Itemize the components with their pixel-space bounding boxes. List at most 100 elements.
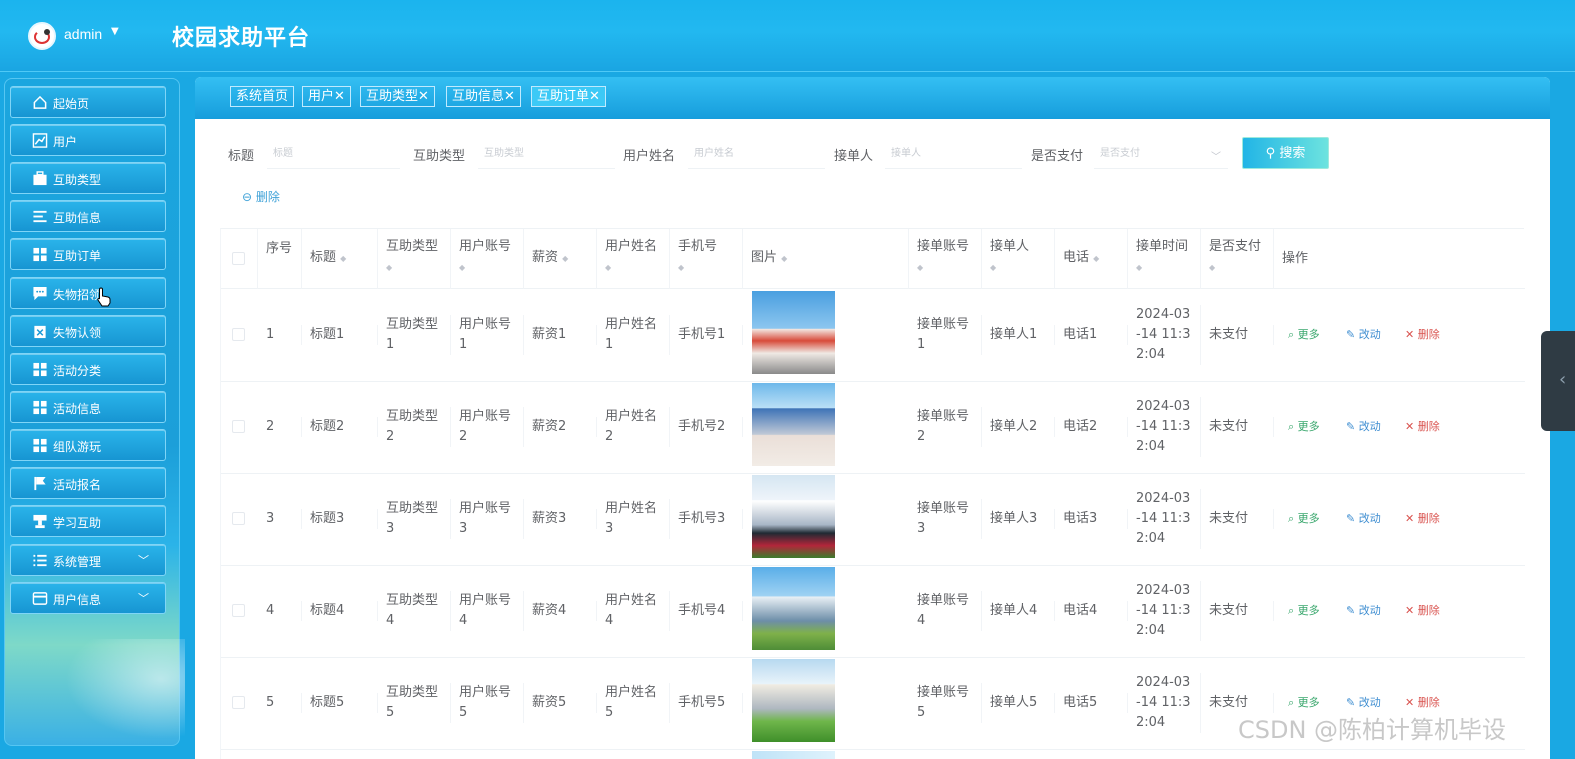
sort-icon[interactable]: ◆ xyxy=(781,254,787,263)
row-checkbox[interactable] xyxy=(232,604,245,617)
column-header[interactable]: 薪资 ◆ xyxy=(524,229,597,289)
column-header[interactable]: 互助类型 ◆ xyxy=(378,229,451,289)
sidebar-decoration xyxy=(65,639,185,739)
sort-icon[interactable]: ◆ xyxy=(1136,263,1142,272)
drawer-handle[interactable]: ‹ xyxy=(1541,331,1575,431)
grid-icon xyxy=(33,247,47,262)
table-cell-tel: 电话2 xyxy=(1055,417,1128,437)
sidebar-item-home[interactable]: 起始页 xyxy=(10,86,166,118)
table-cell-salary: 薪资4 xyxy=(524,601,597,621)
sidebar-item-help-order[interactable]: 互助订单 xyxy=(10,238,166,270)
column-header[interactable]: 是否支付 ◆ xyxy=(1201,229,1274,289)
more-row-button[interactable]: ⌕ 更多 xyxy=(1288,602,1320,618)
tab-help-order[interactable]: 互助订单✕ xyxy=(531,86,606,107)
delete-row-button[interactable]: ✕ 删除 xyxy=(1405,326,1440,342)
action-label: 更多 xyxy=(1297,420,1320,433)
more-row-button[interactable]: ⌕ 更多 xyxy=(1288,694,1320,710)
edit-icon: ✎ xyxy=(1346,328,1359,341)
row-thumbnail[interactable] xyxy=(752,383,835,466)
tab-help-type[interactable]: 互助类型✕ xyxy=(360,86,435,107)
sort-icon[interactable]: ◆ xyxy=(1209,263,1215,272)
table-cell-time: 2024-03-14 11:32:04 xyxy=(1128,673,1201,733)
row-checkbox[interactable] xyxy=(232,696,245,709)
more-row-button[interactable]: ⌕ 更多 xyxy=(1288,510,1320,526)
sort-icon[interactable]: ◆ xyxy=(562,254,568,263)
sidebar-item-lost-claim[interactable]: 失物认领 xyxy=(10,315,166,347)
edit-row-button[interactable]: ✎ 改动 xyxy=(1346,510,1381,526)
sort-icon[interactable]: ◆ xyxy=(678,263,684,272)
sort-icon[interactable]: ◆ xyxy=(1093,254,1099,263)
paid-select[interactable] xyxy=(1094,139,1228,169)
top-bar: admin ▼ 校园求助平台 xyxy=(0,0,1575,72)
sidebar-item-activity-category[interactable]: 活动分类 xyxy=(10,353,166,385)
row-thumbnail[interactable] xyxy=(752,291,835,374)
edit-row-button[interactable]: ✎ 改动 xyxy=(1346,326,1381,342)
sort-icon[interactable]: ◆ xyxy=(340,254,346,263)
sidebar-item-study-help[interactable]: 学习互助 xyxy=(10,505,166,537)
edit-icon: ✎ xyxy=(1346,604,1359,617)
title-input[interactable] xyxy=(267,139,400,169)
sidebar-item-system-manage[interactable]: 系统管理 ﹀ xyxy=(10,544,166,576)
sidebar-item-activity-info[interactable]: 活动信息 xyxy=(10,391,166,423)
tab-help-info[interactable]: 互助信息✕ xyxy=(446,86,521,107)
column-header[interactable]: 图片 ◆ xyxy=(743,229,909,289)
table-cell-type: 互助类型4 xyxy=(378,591,451,631)
username-input[interactable] xyxy=(688,139,825,169)
sort-icon[interactable]: ◆ xyxy=(459,263,465,272)
column-header[interactable]: 接单账号 ◆ xyxy=(909,229,982,289)
delete-row-button[interactable]: ✕ 删除 xyxy=(1405,602,1440,618)
column-header[interactable]: 标题 ◆ xyxy=(302,229,378,289)
search-button[interactable]: ⚲ 搜索 xyxy=(1242,137,1329,169)
row-checkbox[interactable] xyxy=(232,512,245,525)
column-header[interactable]: 接单人 ◆ xyxy=(982,229,1055,289)
edit-row-button[interactable]: ✎ 改动 xyxy=(1346,694,1381,710)
sidebar-item-lost-found[interactable]: 失物招领 xyxy=(10,277,166,309)
table-cell-tel: 电话1 xyxy=(1055,325,1128,345)
chevron-down-icon[interactable]: ﹀ xyxy=(1211,148,1221,163)
delete-row-button[interactable]: ✕ 删除 xyxy=(1405,694,1440,710)
row-thumbnail[interactable] xyxy=(752,567,835,650)
sidebar-item-user[interactable]: 用户 xyxy=(10,124,166,156)
order-table: 序号 标题 ◆ 互助类型 ◆ 用户账号 ◆ 薪资 ◆ 用户姓名 ◆ 手机号 ◆ 图片 ◆… xyxy=(220,228,1525,759)
close-icon: ✕ xyxy=(1405,328,1418,341)
sidebar-item-user-info[interactable]: 用户信息 ﹀ xyxy=(10,582,166,614)
tab-home[interactable]: 系统首页 xyxy=(230,86,295,107)
sidebar-item-team-play[interactable]: 组队游玩 xyxy=(10,429,166,461)
avatar[interactable] xyxy=(28,22,56,50)
edit-row-button[interactable]: ✎ 改动 xyxy=(1346,418,1381,434)
taker-input[interactable] xyxy=(885,139,1022,169)
delete-row-button[interactable]: ✕ 删除 xyxy=(1405,510,1440,526)
column-header[interactable]: 接单时间 ◆ xyxy=(1128,229,1201,289)
table-cell-tel: 电话4 xyxy=(1055,601,1128,621)
column-header[interactable]: 用户账号 ◆ xyxy=(451,229,524,289)
tab-user[interactable]: 用户✕ xyxy=(302,86,351,107)
caret-down-icon[interactable]: ▼ xyxy=(111,26,119,37)
edit-row-button[interactable]: ✎ 改动 xyxy=(1346,602,1381,618)
more-row-button[interactable]: ⌕ 更多 xyxy=(1288,418,1320,434)
column-header-label: 接单人 xyxy=(990,239,1030,254)
user-name[interactable]: admin xyxy=(64,26,102,42)
row-checkbox[interactable] xyxy=(232,328,245,341)
sidebar-item-help-type[interactable]: 互助类型 xyxy=(10,162,166,194)
row-thumbnail[interactable] xyxy=(752,475,835,558)
column-header[interactable]: 用户姓名 ◆ xyxy=(597,229,670,289)
column-header[interactable]: 手机号 ◆ xyxy=(670,229,743,289)
more-row-button[interactable]: ⌕ 更多 xyxy=(1288,326,1320,342)
sort-icon[interactable]: ◆ xyxy=(990,263,996,272)
sort-icon[interactable]: ◆ xyxy=(386,263,392,272)
type-input[interactable] xyxy=(478,139,615,169)
select-all-checkbox[interactable] xyxy=(232,252,245,265)
column-header[interactable]: 电话 ◆ xyxy=(1055,229,1128,289)
sort-icon[interactable]: ◆ xyxy=(917,263,923,272)
action-label: 删除 xyxy=(1417,604,1440,617)
row-checkbox[interactable] xyxy=(232,420,245,433)
column-header: 操作 xyxy=(1274,229,1525,289)
batch-delete-button[interactable]: ⊖ 删除 xyxy=(242,188,280,205)
sidebar-item-help-info[interactable]: 互助信息 xyxy=(10,200,166,232)
sort-icon[interactable]: ◆ xyxy=(605,263,611,272)
table-cell-title: 标题3 xyxy=(302,509,378,529)
row-thumbnail[interactable] xyxy=(752,659,835,742)
sidebar-item-activity-signup[interactable]: 活动报名 xyxy=(10,467,166,499)
delete-row-button[interactable]: ✕ 删除 xyxy=(1405,418,1440,434)
sidebar-item-label: 失物招领 xyxy=(53,288,102,302)
